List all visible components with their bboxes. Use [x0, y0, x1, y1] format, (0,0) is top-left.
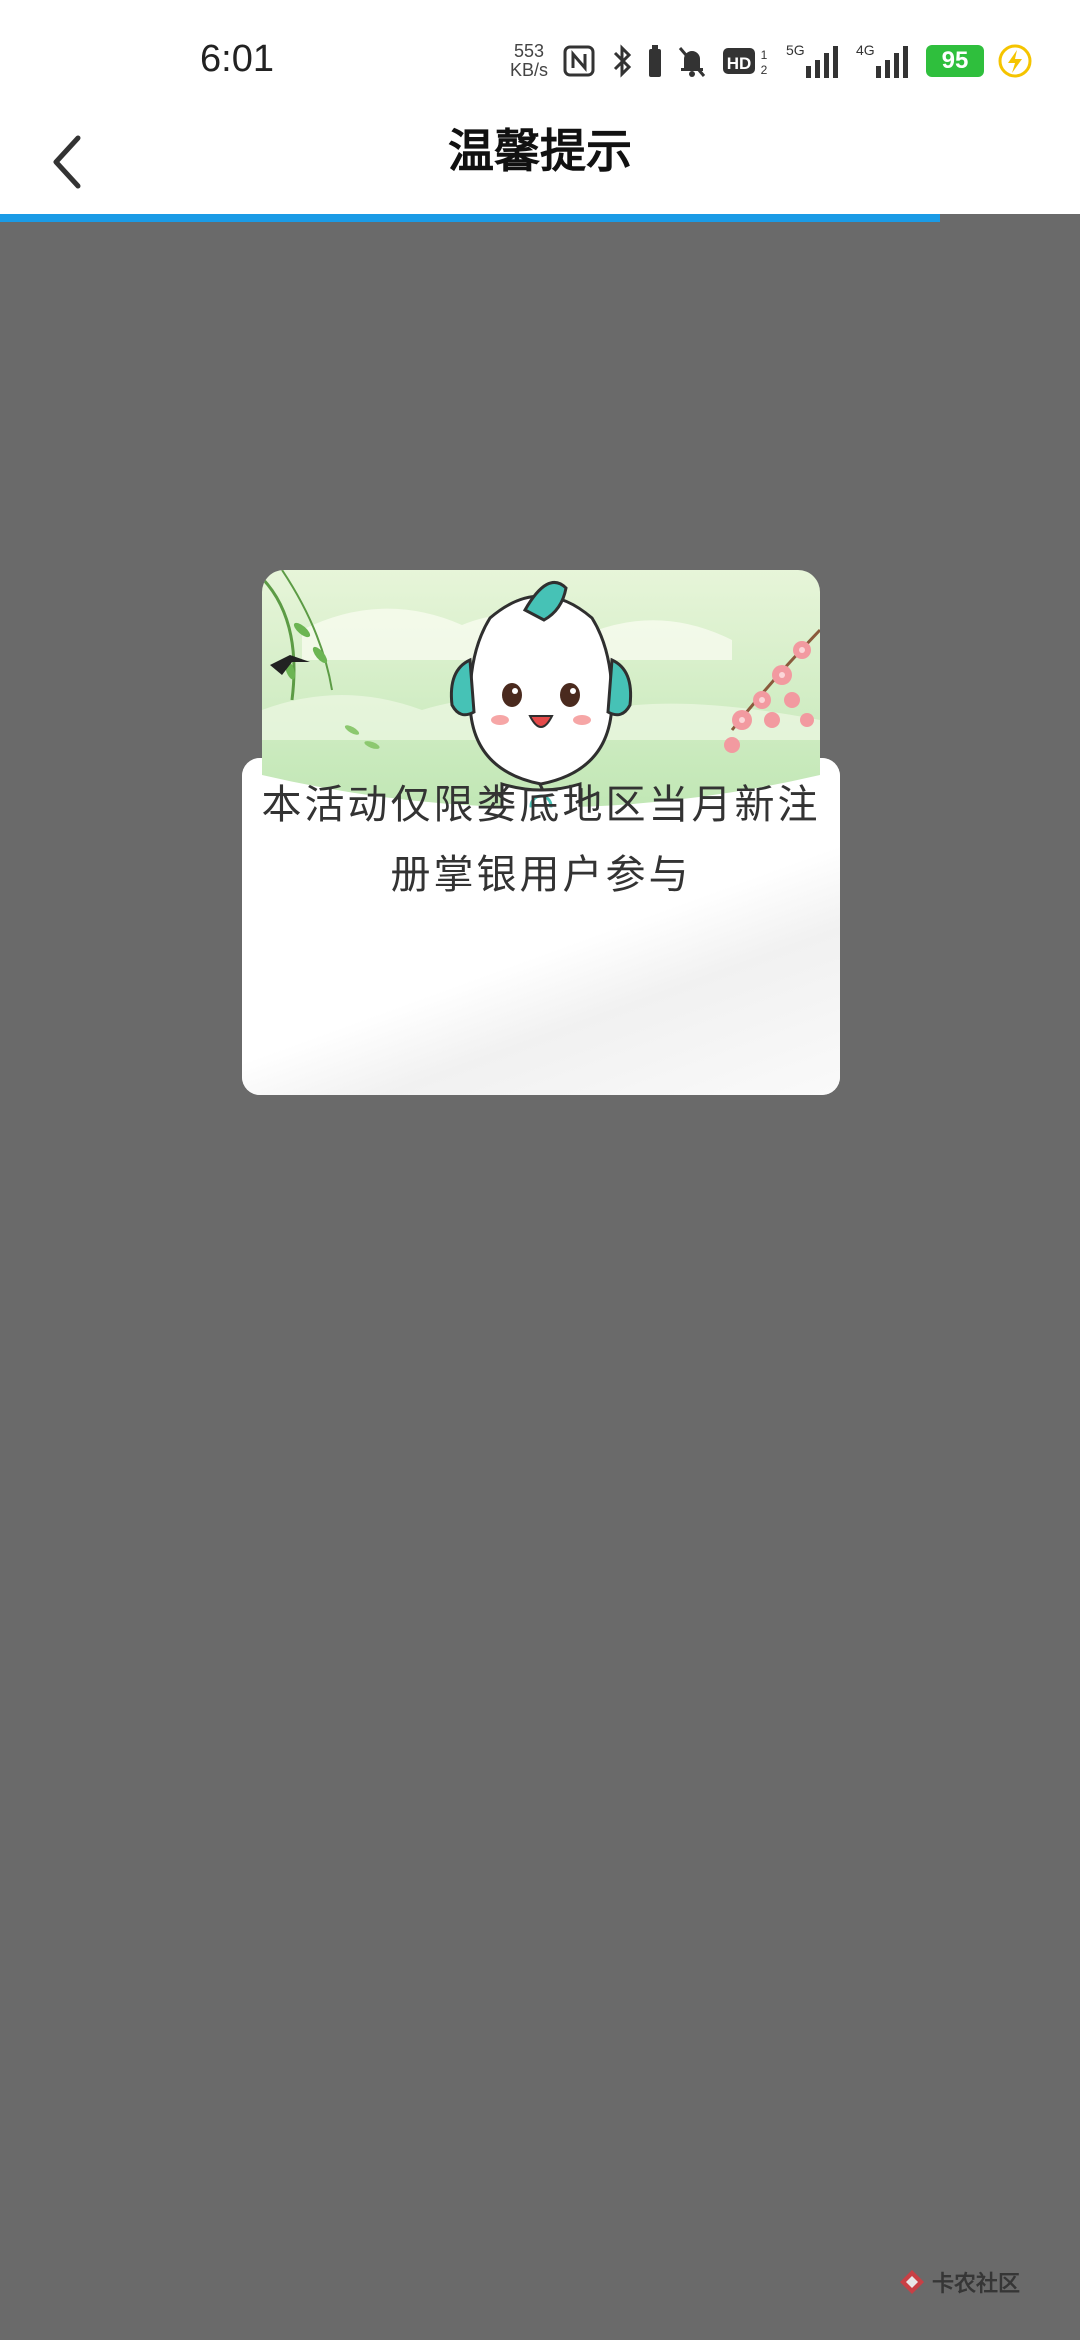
status-bar: 6:01 553 KB/s HD 1 2 5G 4G 95: [0, 0, 1080, 118]
mute-bell-icon: [676, 44, 708, 78]
hd-call-icon: HD 1 2: [722, 44, 772, 78]
signal-4g-icon: 4G: [856, 42, 912, 80]
network-speed: 553 KB/s: [510, 42, 548, 80]
battery-icon: 95: [926, 45, 984, 77]
bluetooth-icon: [610, 44, 634, 78]
page-title: 温馨提示: [448, 124, 632, 178]
dialog-message: 本活动仅限娄底地区当月新注 册掌银用户参与: [252, 770, 830, 910]
svg-text:2: 2: [761, 63, 768, 77]
status-time: 6:01: [200, 38, 274, 80]
hd-label: HD: [727, 54, 752, 73]
charging-icon: [998, 44, 1032, 78]
nfc-icon: [562, 44, 596, 78]
watermark: 卡农社区: [896, 2266, 1020, 2298]
dialog-message-line-1: 本活动仅限娄底地区当月新注: [261, 782, 821, 828]
status-icons: 553 KB/s HD 1 2 5G 4G 95: [510, 36, 1032, 86]
svg-text:1: 1: [761, 48, 768, 62]
notice-dialog: 本活动仅限娄底地区当月新注 册掌银用户参与: [242, 570, 840, 1095]
battery-saver-icon: [648, 44, 662, 78]
network-speed-unit: KB/s: [509, 60, 548, 80]
dialog-message-line-2: 册掌银用户参与: [390, 852, 692, 898]
loading-progress-fill: [0, 214, 940, 222]
loading-progress-bar: [0, 214, 1080, 222]
signal-4g-label: 4G: [856, 42, 875, 58]
header: 温馨提示: [0, 118, 1080, 216]
watermark-logo-icon: [899, 2270, 924, 2294]
watermark-text: 卡农社区: [931, 2272, 1020, 2297]
signal-5g-label: 5G: [786, 42, 805, 58]
signal-5g-icon: 5G: [786, 42, 842, 80]
network-speed-value: 553: [513, 41, 545, 61]
